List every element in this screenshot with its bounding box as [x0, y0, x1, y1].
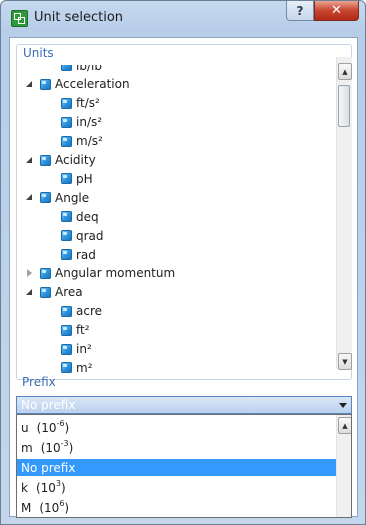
unit-cube-icon [61, 230, 72, 242]
tree-item-label: acre [76, 304, 103, 319]
prefix-option-label: No prefix [21, 460, 76, 475]
chevron-up-icon: ▲ [342, 421, 348, 430]
tree-item-label: deq [76, 209, 99, 224]
chevron-down-icon: ▼ [342, 357, 348, 366]
prefix-label: Prefix [22, 375, 56, 389]
prefix-option-power: (10-3) [40, 439, 74, 455]
tree-unit[interactable]: lb/lb [61, 65, 102, 74]
tree-unit[interactable]: qrad [61, 227, 104, 244]
unit-cube-icon [40, 267, 51, 279]
tree-item-label: lb/lb [76, 65, 102, 73]
window-title: Unit selection [34, 10, 124, 25]
tree-item-label: pH [76, 171, 93, 186]
prefix-dropdown-list[interactable]: G(109)M(106)k(103)No prefixm(10-3)u(10-6… [16, 414, 352, 518]
expanded-arrow-icon[interactable] [25, 193, 34, 202]
units-tree[interactable]: lb/lb Acceleration ft/s² in/s² m/s² Acidity pH… [25, 65, 330, 373]
prefix-scroll-up-button[interactable]: ▲ [338, 417, 351, 434]
unit-cube-icon [61, 343, 72, 355]
tree-item-label: Acceleration [55, 77, 130, 92]
tree-item-label: Angle [55, 190, 90, 205]
prefix-option-label: m [21, 440, 33, 455]
unit-cube-icon [61, 324, 72, 336]
unit-cube-icon [61, 211, 72, 223]
caption-buttons: ? ✕ [286, 1, 359, 21]
help-button[interactable]: ? [286, 1, 314, 21]
collapsed-arrow-icon[interactable] [25, 268, 34, 278]
prefix-option-label: M [21, 500, 32, 515]
tree-category[interactable]: Acidity [25, 152, 96, 169]
scroll-thumb[interactable] [338, 85, 350, 127]
prefix-option[interactable]: k (103) [17, 479, 337, 496]
tree-unit[interactable]: m² [61, 359, 93, 373]
tree-unit[interactable]: deq [61, 208, 99, 225]
unit-cube-icon [61, 249, 72, 260]
unit-cube-icon [61, 305, 72, 317]
prefix-option-power: (10-6) [36, 419, 70, 435]
tree-unit[interactable]: acre [61, 303, 102, 320]
tree-unit[interactable]: rad [61, 246, 96, 263]
unit-cube-icon [40, 286, 51, 298]
tree-item-label: ft² [76, 323, 90, 338]
tree-item-label: Area [55, 285, 83, 300]
tree-item-label: m/s² [76, 134, 103, 149]
tree-unit[interactable]: ft/s² [61, 95, 100, 112]
unit-cube-icon [61, 135, 72, 147]
prefix-option[interactable]: u (10-6) [17, 419, 337, 436]
app-icon [11, 10, 28, 27]
tree-item-label: qrad [76, 228, 104, 243]
units-scrollbar[interactable]: ▲ ▼ [336, 57, 352, 370]
prefix-option-label: k [21, 480, 28, 495]
close-button[interactable]: ✕ [314, 1, 359, 21]
unit-cube-icon [61, 116, 72, 128]
unit-cube-icon [61, 97, 72, 109]
prefix-option-power: (103) [35, 479, 66, 495]
units-group: Units lb/lb Acceleration ft/s² in/s² m/s² Aci… [16, 44, 352, 380]
units-label: Units [23, 46, 54, 60]
prefix-option-label: u [21, 420, 29, 435]
tree-item-label: in/s² [76, 115, 103, 130]
close-icon: ✕ [331, 3, 342, 18]
tree-item-label: rad [76, 247, 96, 262]
help-icon: ? [296, 3, 304, 18]
unit-cube-icon [40, 154, 51, 166]
unit-cube-icon [61, 362, 72, 373]
tree-category[interactable]: Angular momentum [25, 265, 175, 282]
tree-unit[interactable]: in/s² [61, 114, 102, 131]
tree-item-label: Acidity [55, 153, 96, 167]
prefix-option-power: (106) [39, 499, 70, 515]
prefix-option[interactable]: M (106) [17, 499, 337, 516]
prefix-selected-value: No prefix [21, 398, 76, 412]
scroll-down-button[interactable]: ▼ [338, 353, 352, 370]
expanded-arrow-icon[interactable] [25, 80, 34, 89]
tree-unit[interactable]: in² [61, 341, 92, 358]
unit-cube-icon [61, 173, 72, 185]
title-bar[interactable]: Unit selection ? ✕ [1, 1, 365, 35]
expanded-arrow-icon[interactable] [25, 156, 34, 165]
expanded-arrow-icon[interactable] [25, 288, 34, 297]
tree-unit[interactable]: pH [61, 170, 93, 187]
tree-category[interactable]: Angle [25, 189, 89, 206]
unit-cube-icon [61, 65, 72, 71]
unit-cube-icon [40, 78, 51, 90]
dialog-content: Units lb/lb Acceleration ft/s² in/s² m/s² Aci… [9, 37, 358, 518]
prefix-combobox[interactable]: No prefix [16, 396, 352, 414]
tree-item-label: ft/s² [76, 96, 100, 111]
prefix-option[interactable]: m (10-3) [17, 439, 337, 456]
tree-category[interactable]: Acceleration [25, 76, 130, 93]
chevron-up-icon: ▲ [342, 67, 348, 76]
tree-item-label: in² [76, 342, 92, 356]
tree-item-label: Angular momentum [55, 266, 176, 281]
tree-unit[interactable]: m/s² [61, 133, 103, 150]
unit-selection-dialog: Unit selection ? ✕ Units lb/lb Accelerati… [0, 0, 366, 525]
prefix-list-scrollbar[interactable]: ▲ [336, 415, 351, 517]
prefix-option[interactable]: No prefix [17, 459, 337, 476]
dropdown-arrow-icon[interactable] [339, 403, 347, 408]
tree-item-label: m² [76, 360, 93, 373]
tree-category[interactable]: Area [25, 284, 83, 301]
scroll-up-button[interactable]: ▲ [338, 63, 352, 80]
unit-cube-icon [40, 192, 51, 204]
tree-unit[interactable]: ft² [61, 322, 90, 339]
